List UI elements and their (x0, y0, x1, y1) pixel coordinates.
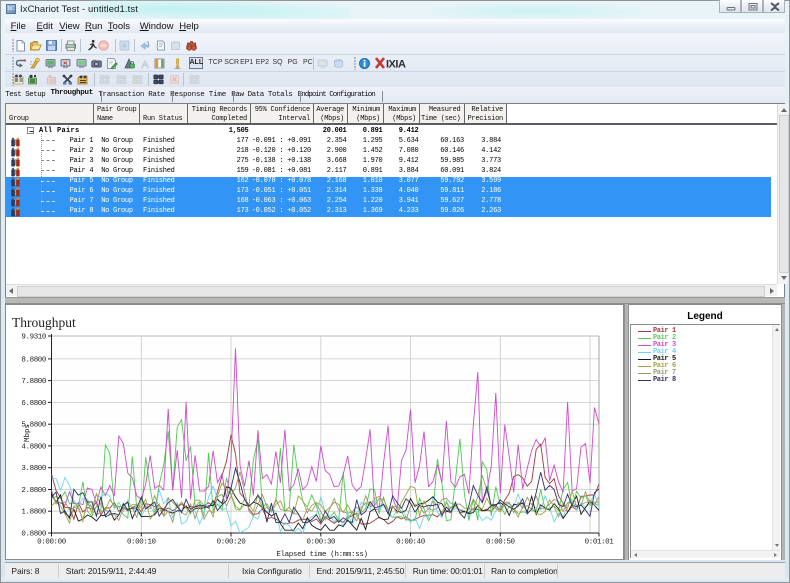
svg-text:7.8800: 7.8800 (21, 378, 47, 386)
svg-text:Mbps: Mbps (24, 424, 32, 442)
svg-text:0:00:40: 0:00:40 (396, 539, 426, 547)
svg-text:2.8800: 2.8800 (21, 487, 47, 495)
svg-text:6.8800: 6.8800 (21, 400, 47, 408)
svg-text:4.8800: 4.8800 (21, 443, 47, 451)
svg-text:0.8800: 0.8800 (21, 531, 47, 539)
svg-text:9.9310: 9.9310 (21, 334, 47, 342)
svg-text:0:00:00: 0:00:00 (37, 539, 67, 547)
svg-text:0:01:01: 0:01:01 (585, 539, 615, 547)
svg-text:0:00:20: 0:00:20 (217, 539, 247, 547)
svg-text:Elapsed time (h:mm:ss): Elapsed time (h:mm:ss) (276, 551, 367, 559)
svg-text:0:00:50: 0:00:50 (486, 539, 516, 547)
svg-text:0:00:10: 0:00:10 (127, 539, 157, 547)
svg-text:IXIA: IXIA (386, 59, 406, 71)
svg-text:1.8800: 1.8800 (21, 509, 47, 517)
svg-text:0:00:30: 0:00:30 (306, 539, 336, 547)
svg-text:8.8800: 8.8800 (21, 356, 47, 364)
svg-text:3.8800: 3.8800 (21, 465, 47, 473)
